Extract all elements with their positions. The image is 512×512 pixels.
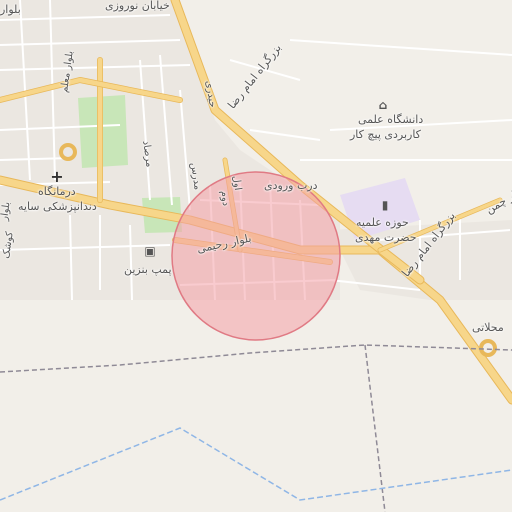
label-street-top: خیابان نوروزی xyxy=(105,0,170,12)
map-view[interactable]: ⌂ + ▮ ▣ بلوار خیابان نوروزی بلوار معلم م… xyxy=(0,0,512,512)
book-icon[interactable]: ▮ xyxy=(378,198,392,212)
label-university-line2: کاربردی پیچ کار xyxy=(350,128,421,141)
label-street-dd1: دوم xyxy=(218,189,232,207)
label-university-line1: دانشگاه علمی xyxy=(358,113,424,126)
label-fuel: پمپ بنزین xyxy=(124,263,172,276)
label-darb: درب ورودی xyxy=(264,179,318,192)
label-hawza-line2: حضرت مهدی xyxy=(355,231,417,244)
graduation-cap-icon[interactable]: ⌂ xyxy=(376,98,390,112)
fuel-pump-icon[interactable]: ▣ xyxy=(143,244,157,258)
label-clinic-line1: درمانگاه xyxy=(38,185,76,198)
label-right-bottom: محلاتی xyxy=(472,321,504,334)
search-radius-circle[interactable] xyxy=(171,171,341,341)
label-clinic-line2: دندانپزشکی سایه xyxy=(18,200,97,213)
label-hawza-line1: حوزه علمیه xyxy=(356,216,409,229)
plus-cross-icon[interactable]: + xyxy=(50,167,64,186)
label-blvd-top-left: بلوار xyxy=(0,3,21,16)
label-street-dd2: اول xyxy=(230,174,244,192)
